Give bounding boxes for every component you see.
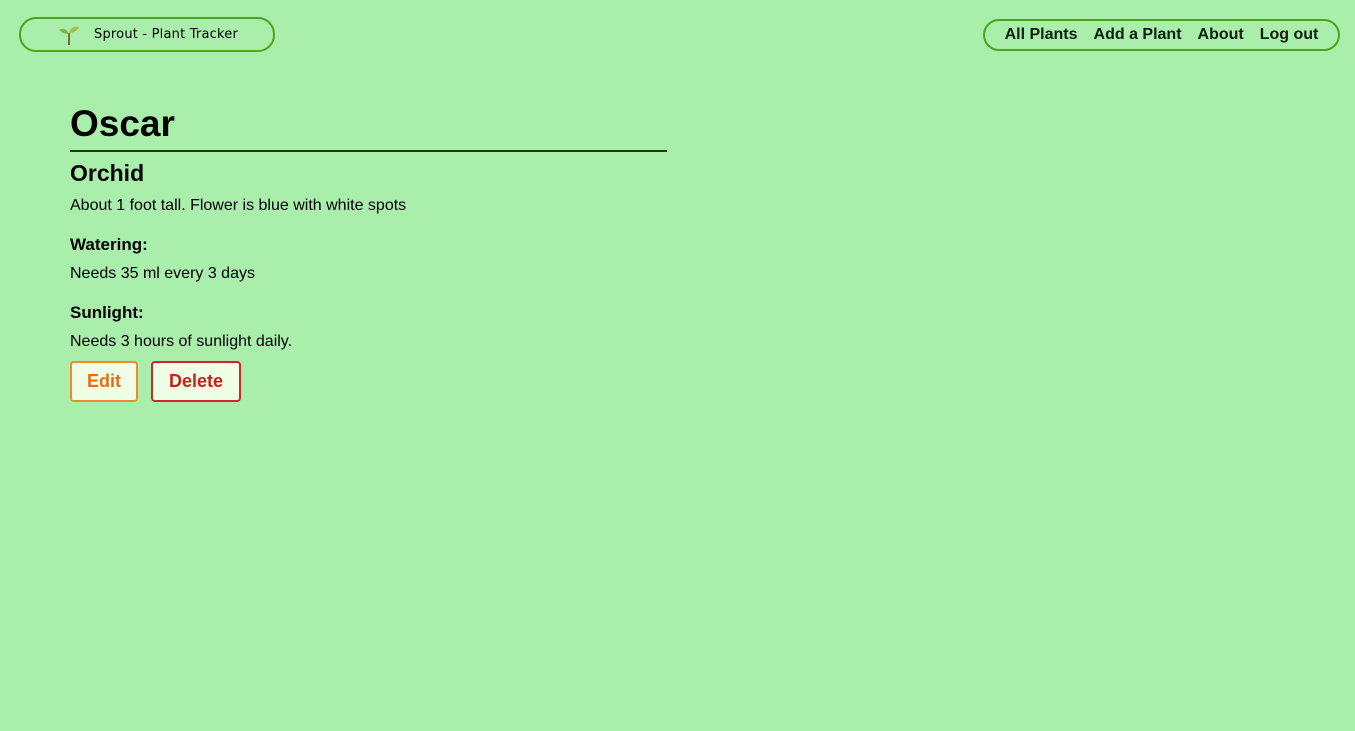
nav-log-out[interactable]: Log out	[1260, 26, 1319, 44]
nav-about[interactable]: About	[1198, 26, 1244, 44]
sunlight-label: Sunlight:	[70, 303, 144, 322]
sprout-icon	[58, 24, 80, 46]
plant-species: Orchid	[70, 160, 145, 186]
watering-label: Watering:	[70, 235, 148, 254]
delete-button[interactable]: Delete	[151, 361, 241, 402]
plant-detail: Oscar Orchid About 1 foot tall. Flower i…	[70, 102, 667, 402]
nav-add-plant[interactable]: Add a Plant	[1094, 26, 1182, 44]
plant-name: Oscar	[70, 102, 667, 152]
brand-title: Sprout - Plant Tracker	[94, 27, 238, 42]
edit-button[interactable]: Edit	[70, 361, 138, 402]
watering-text: Needs 35 ml every 3 days	[70, 265, 255, 282]
main-nav: All Plants Add a Plant About Log out	[983, 19, 1340, 51]
brand-home-link[interactable]: Sprout - Plant Tracker	[19, 17, 275, 52]
sunlight-text: Needs 3 hours of sunlight daily.	[70, 333, 293, 350]
plant-description: About 1 foot tall. Flower is blue with w…	[70, 197, 407, 214]
plant-actions: Edit Delete	[70, 361, 667, 402]
nav-all-plants[interactable]: All Plants	[1005, 26, 1078, 44]
